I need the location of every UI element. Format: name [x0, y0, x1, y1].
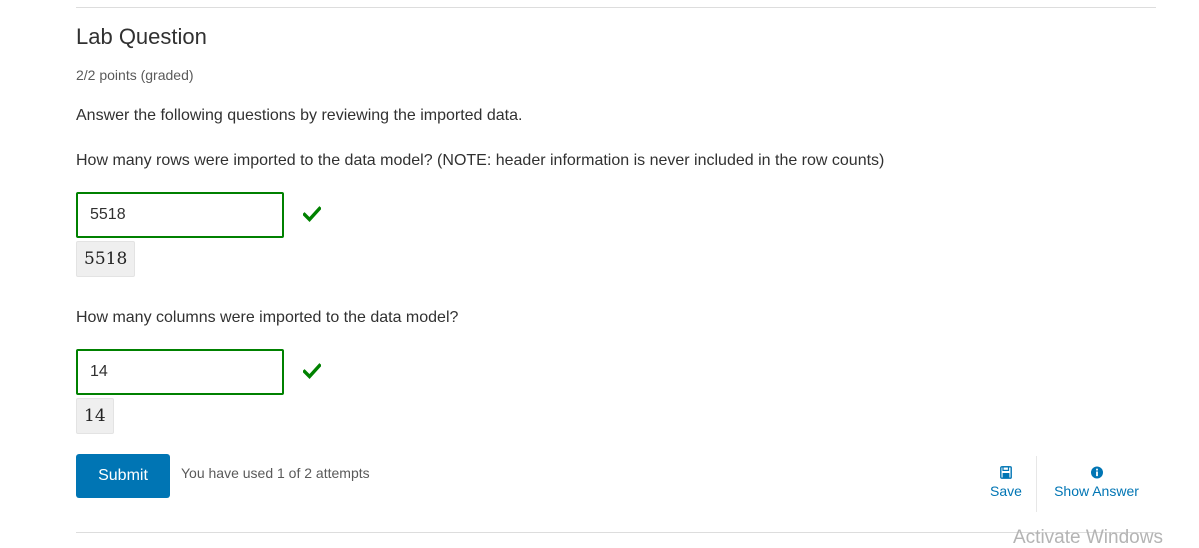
save-button[interactable]: Save — [986, 466, 1026, 499]
question-2-math-preview: 14 — [76, 398, 114, 434]
bottom-divider — [76, 532, 1156, 533]
attempts-count: You have used 1 of 2 attempts — [181, 465, 370, 481]
problem-title: Lab Question — [76, 24, 207, 49]
floppy-disk-icon — [1000, 466, 1012, 479]
problem-page: Lab Question 2/2 points (graded) Answer … — [0, 0, 1199, 548]
question-1-prompt: How many rows were imported to the data … — [76, 152, 885, 169]
check-icon — [303, 363, 321, 379]
question-1-answer-input[interactable] — [76, 192, 284, 238]
submit-button[interactable]: Submit — [76, 454, 170, 498]
top-divider — [76, 7, 1156, 8]
info-circle-icon — [1090, 466, 1103, 479]
show-answer-button[interactable]: Show Answer — [1049, 466, 1144, 499]
question-2-answer-input[interactable] — [76, 349, 284, 395]
problem-intro: Answer the following questions by review… — [76, 107, 523, 124]
points-status: 2/2 points (graded) — [76, 67, 194, 83]
check-icon — [303, 206, 321, 222]
question-2-prompt: How many columns were imported to the da… — [76, 309, 459, 326]
activate-windows-watermark: Activate Windows — [1013, 527, 1163, 548]
action-divider — [1036, 456, 1037, 512]
save-label: Save — [990, 483, 1022, 499]
show-answer-label: Show Answer — [1054, 483, 1139, 499]
question-1-math-preview: 5518 — [76, 241, 136, 277]
